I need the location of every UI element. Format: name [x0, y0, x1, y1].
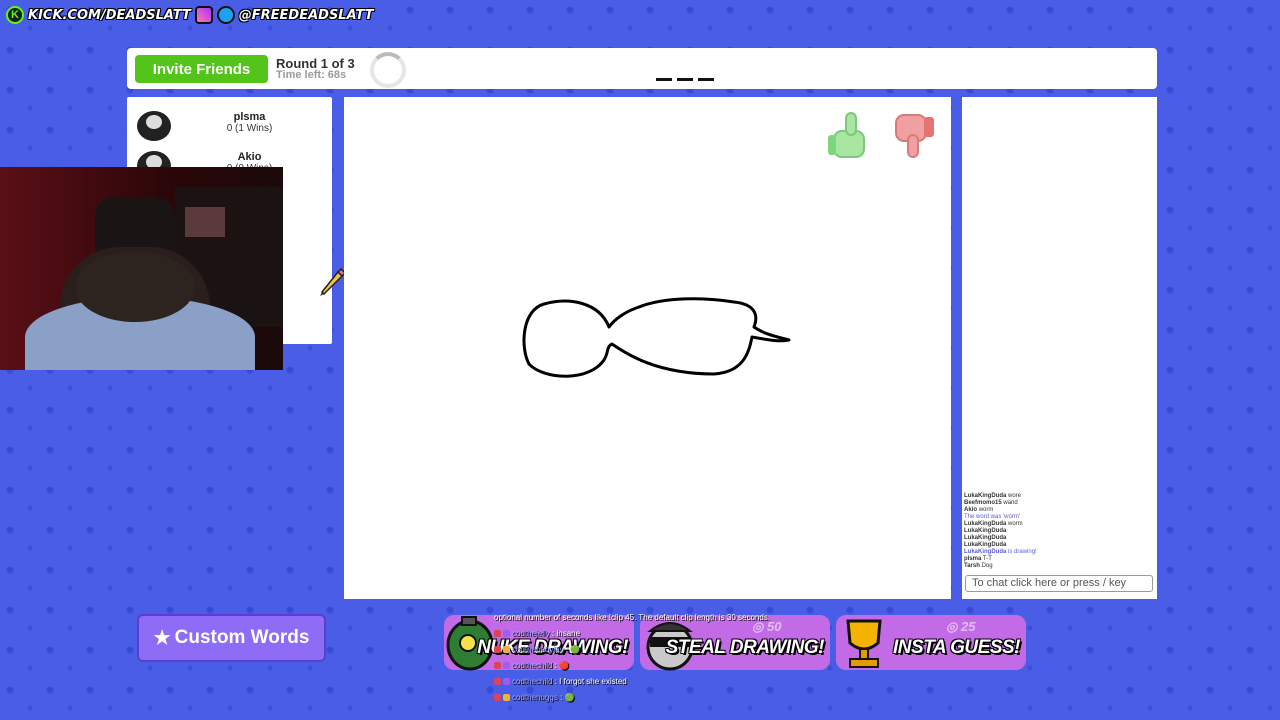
stream-chat-message: codthechild : 🔴 [494, 658, 824, 674]
chat-system-message: LukaKingDuda is drawing! [964, 549, 1037, 555]
badge-icon [494, 646, 501, 654]
game-header: Invite Friends Round 1 of 3 Time left: 6… [127, 48, 1157, 89]
chat-log: LukaKingDuda wore Beefmomo15 wand Akio w… [964, 493, 1154, 570]
time-left: Time left: 68s [276, 69, 347, 81]
badge-icon [503, 694, 510, 702]
chat-system-message: The word was 'worm' [964, 514, 1020, 520]
player-row[interactable]: plsma 0 (1 Wins) [127, 108, 332, 146]
chat-message: LukaKingDuda [964, 528, 1007, 534]
chat-panel: LukaKingDuda wore Beefmomo15 wand Akio w… [962, 97, 1157, 599]
chat-message: LukaKingDuda wore [964, 493, 1022, 499]
player-drawing [522, 297, 791, 378]
avatar [137, 111, 171, 141]
twitter-icon [216, 6, 235, 24]
word-blank [698, 78, 714, 81]
thumbs-down-icon[interactable] [895, 114, 934, 158]
badge-icon [503, 678, 510, 686]
chat-message: Akio worm [964, 507, 994, 513]
vote-buttons [828, 112, 934, 158]
chat-message: plsma T-T [964, 556, 992, 562]
chat-message: LukaKingDuda [964, 535, 1007, 541]
player-name: plsma [233, 111, 266, 123]
stream-chat-message: codthebabyjay : 🟢 [494, 642, 824, 658]
badge-icon [503, 630, 510, 638]
kick-logo-icon: K [6, 6, 24, 24]
custom-words-button[interactable]: ★ Custom Words [137, 614, 326, 662]
social-handle: @FREEDEADSLATT [238, 7, 374, 23]
player-name: Akio [237, 151, 262, 163]
drawing-canvas[interactable] [344, 97, 951, 599]
custom-words-label: Custom Words [174, 627, 310, 648]
powerup-cost: ◎ 25 [946, 619, 976, 634]
badge-icon [494, 678, 501, 686]
emote-icon: 🔴 [559, 661, 570, 670]
social-banner: K KICK.COM/DEADSLATT @FREEDEADSLATT [6, 4, 373, 26]
badge-icon [503, 662, 510, 670]
stream-chat-message: codthenuggs : 🟢 [494, 690, 824, 706]
word-blank [677, 78, 693, 81]
kick-link: KICK.COM/DEADSLATT [28, 7, 191, 23]
stream-chat-message: optional number of seconds like !clip 45… [494, 613, 771, 622]
chat-message: LukaKingDuda [964, 542, 1007, 548]
chat-message: Tarsh Dog [964, 563, 993, 569]
emote-icon: 🟢 [570, 645, 581, 654]
webcam-feed [0, 167, 283, 370]
word-blank [656, 78, 672, 81]
stream-chat-message: codthechild : I forgot she existed [494, 674, 824, 690]
emote-icon: 🟢 [564, 693, 575, 702]
badge-icon [494, 630, 501, 638]
thumbs-up-icon[interactable] [828, 112, 865, 158]
chat-input[interactable]: To chat click here or press / key [965, 575, 1153, 592]
instagram-icon [194, 6, 213, 24]
timer-circle-icon [370, 52, 406, 88]
stream-chat-message: codthejelly : insane [494, 626, 824, 642]
chat-message: LukaKingDuda worm [964, 521, 1023, 527]
insta-guess-button[interactable]: ◎ 25 INSTA GUESS! [836, 615, 1026, 670]
badge-icon [503, 646, 510, 654]
powerup-label: INSTA GUESS! [892, 637, 1021, 658]
player-score: 0 (1 Wins) [226, 123, 273, 134]
invite-friends-button[interactable]: Invite Friends [135, 55, 268, 83]
star-icon: ★ [153, 627, 171, 649]
chat-message: Beefmomo15 wand [964, 500, 1018, 506]
trophy-icon [846, 619, 882, 668]
badge-icon [494, 662, 501, 670]
stream-chat-overlay: optional number of seconds like !clip 45… [494, 610, 824, 706]
badge-icon [494, 694, 501, 702]
